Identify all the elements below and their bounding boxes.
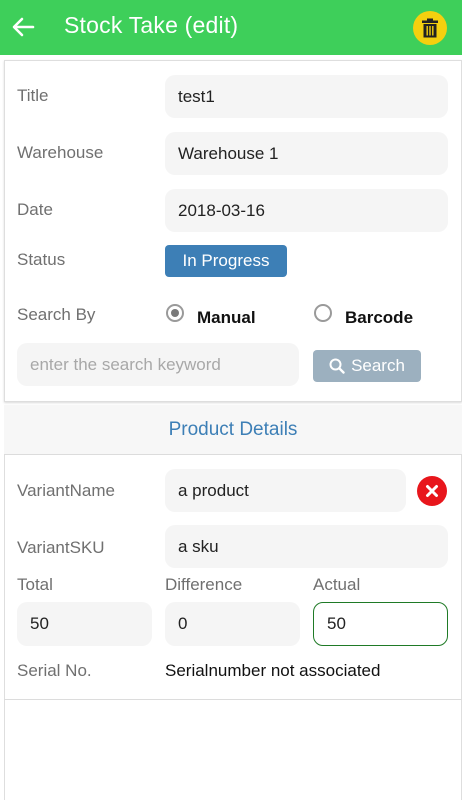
warehouse-value: Warehouse 1 <box>178 143 279 163</box>
variant-name-label: VariantName <box>17 481 115 500</box>
variant-sku-label: VariantSKU <box>17 538 105 557</box>
total-value: 50 <box>30 614 49 633</box>
date-field[interactable]: 2018-03-16 <box>165 189 448 232</box>
status-badge[interactable]: In Progress <box>165 245 287 277</box>
serial-label: Serial No. <box>17 661 92 680</box>
manual-radio[interactable] <box>166 304 184 322</box>
warehouse-label: Warehouse <box>17 143 104 162</box>
status-label: Status <box>17 250 66 269</box>
serial-value: Serialnumber not associated <box>165 661 381 680</box>
remove-variant-button[interactable] <box>417 476 447 506</box>
title-value: test1 <box>178 86 215 106</box>
warehouse-field[interactable]: Warehouse 1 <box>165 132 448 175</box>
search-icon <box>329 358 345 374</box>
delete-button[interactable] <box>413 11 447 45</box>
difference-field[interactable]: 0 <box>165 602 300 646</box>
divider <box>4 699 462 700</box>
title-label: Title <box>17 86 49 105</box>
variant-name-field[interactable]: a product <box>165 469 406 512</box>
difference-value: 0 <box>178 614 188 633</box>
actual-label: Actual <box>313 575 361 594</box>
search-input[interactable] <box>17 343 299 386</box>
manual-radio-label[interactable]: Manual <box>197 308 256 328</box>
barcode-radio-label[interactable]: Barcode <box>345 308 413 328</box>
close-circle-icon <box>426 485 438 497</box>
product-details-header: Product Details <box>4 405 462 455</box>
variant-sku-field[interactable]: a sku <box>165 525 448 568</box>
search-button-label: Search <box>351 356 405 375</box>
arrow-left-icon <box>12 17 35 37</box>
app-bar: Stock Take (edit) <box>0 0 462 55</box>
trash-icon <box>422 18 438 38</box>
page-title: Stock Take (edit) <box>64 12 239 38</box>
date-label: Date <box>17 200 53 219</box>
title-field[interactable]: test1 <box>165 75 448 118</box>
variant-name-value: a product <box>178 480 249 500</box>
search-by-label: Search By <box>17 305 96 324</box>
actual-value: 50 <box>327 614 346 633</box>
search-button[interactable]: Search <box>313 350 421 382</box>
variant-sku-value: a sku <box>178 536 219 556</box>
back-button[interactable] <box>8 10 38 44</box>
difference-label: Difference <box>165 575 243 594</box>
total-label: Total <box>17 575 53 594</box>
barcode-radio[interactable] <box>314 304 332 322</box>
actual-field[interactable]: 50 <box>313 602 448 646</box>
total-field[interactable]: 50 <box>17 602 152 646</box>
date-value: 2018-03-16 <box>178 200 265 220</box>
